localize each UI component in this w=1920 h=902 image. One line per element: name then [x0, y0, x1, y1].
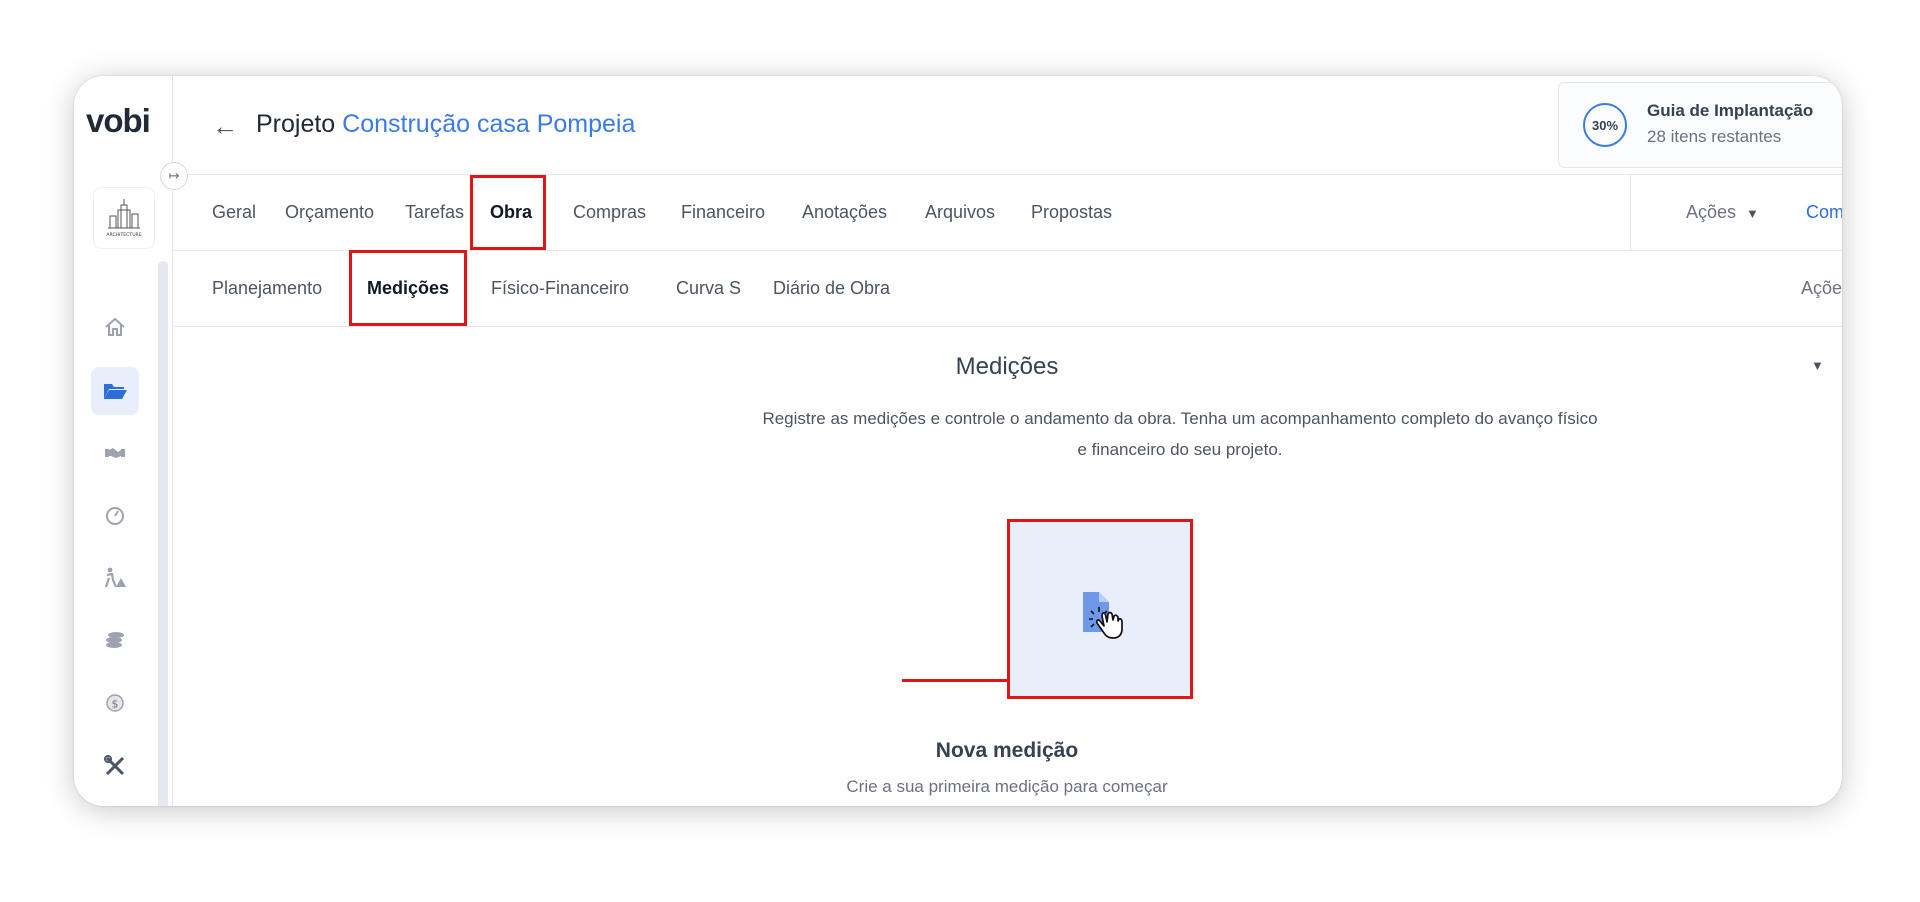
- folder-icon[interactable]: [91, 367, 139, 415]
- title-prefix: Projeto: [256, 110, 336, 138]
- guide-progress-ring: 30%: [1583, 103, 1627, 147]
- caret-down-icon: ▼: [1746, 206, 1759, 221]
- sub-tabs: Planejamento Medições Físico-Financeiro …: [172, 250, 1842, 373]
- tab-financeiro[interactable]: Financeiro: [681, 174, 765, 250]
- tab-arquivos[interactable]: Arquivos: [925, 174, 995, 250]
- tab-diario-de-obra[interactable]: Diário de Obra: [773, 250, 890, 326]
- new-measurement-subtitle: Crie a sua primeira medição para começar: [846, 777, 1168, 796]
- main-actions-dropdown[interactable]: Ações ▼: [1686, 174, 1759, 250]
- tab-fisico-financeiro[interactable]: Físico-Financeiro: [491, 250, 629, 326]
- list-icon[interactable]: [91, 804, 139, 806]
- tools-icon[interactable]: [91, 742, 139, 790]
- organization-logo[interactable]: ARCHITECTURE: [94, 188, 154, 248]
- sub-actions-label: Ações: [1801, 278, 1842, 298]
- tab-tarefas[interactable]: Tarefas: [405, 174, 464, 250]
- sub-actions-dropdown[interactable]: Ações▼: [1801, 250, 1842, 373]
- content-description: Registre as medições e controle o andame…: [680, 403, 1680, 465]
- tab-planejamento[interactable]: Planejamento: [212, 250, 322, 326]
- new-document-icon: [1083, 592, 1123, 639]
- tab-orcamento[interactable]: Orçamento: [285, 174, 374, 250]
- tab-obra[interactable]: Obra: [490, 174, 532, 250]
- main-tabs: Geral Orçamento Tarefas Obra Compras Fin…: [172, 174, 1842, 251]
- building-logo-icon: ARCHITECTURE: [106, 199, 142, 238]
- guide-title: Guia de Implantação: [1647, 101, 1814, 120]
- tab-anotacoes[interactable]: Anotações: [802, 174, 887, 250]
- dashboard-icon[interactable]: [91, 492, 139, 540]
- description-line-1: Registre as medições e controle o andame…: [762, 409, 1598, 428]
- home-icon[interactable]: [91, 303, 139, 351]
- collapse-sidebar-icon[interactable]: ↦: [160, 162, 188, 190]
- svg-text:$: $: [112, 698, 119, 711]
- handshake-icon[interactable]: [91, 429, 139, 477]
- worker-icon[interactable]: [91, 554, 139, 602]
- project-header: ← Projeto Construção casa Pompeia 30% Gu…: [172, 76, 1842, 175]
- org-logo-caption: ARCHITECTURE: [106, 232, 141, 238]
- content-title: Medições: [955, 353, 1059, 380]
- guide-subtitle: 28 itens restantes: [1647, 127, 1782, 146]
- vobi-logo[interactable]: vobi: [86, 102, 151, 140]
- new-measurement-card[interactable]: [1007, 519, 1193, 699]
- description-line-2: e financeiro do seu projeto.: [1077, 440, 1283, 459]
- measurements-content: Medições Registre as medições e controle…: [172, 327, 1842, 806]
- share-link[interactable]: Compartilhar: [1806, 174, 1842, 250]
- app-window: vobi ARCHITECTURE $ ↦ ← Projeto Construç…: [74, 76, 1842, 806]
- project-name[interactable]: Construção casa Pompeia: [342, 110, 635, 138]
- back-arrow-icon[interactable]: ←: [212, 111, 238, 142]
- annotation-arrow: [902, 679, 1024, 682]
- sidebar-scrollbar[interactable]: [158, 261, 168, 806]
- main-actions-label: Ações: [1686, 202, 1737, 222]
- tab-geral[interactable]: Geral: [212, 174, 256, 250]
- page-title: Projeto Construção casa Pompeia: [256, 110, 635, 139]
- tab-medicoes[interactable]: Medições: [367, 250, 449, 326]
- tabs-divider: [1630, 174, 1631, 250]
- dollar-icon[interactable]: $: [91, 679, 139, 727]
- new-measurement-label[interactable]: Nova medição: [172, 739, 1842, 763]
- implementation-guide[interactable]: 30% Guia de Implantação 28 itens restant…: [1558, 82, 1842, 168]
- tab-curva-s[interactable]: Curva S: [676, 250, 741, 326]
- sidebar: vobi ARCHITECTURE $: [74, 76, 173, 806]
- tab-propostas[interactable]: Propostas: [1031, 174, 1112, 250]
- coins-icon[interactable]: [91, 616, 139, 664]
- tab-compras[interactable]: Compras: [573, 174, 646, 250]
